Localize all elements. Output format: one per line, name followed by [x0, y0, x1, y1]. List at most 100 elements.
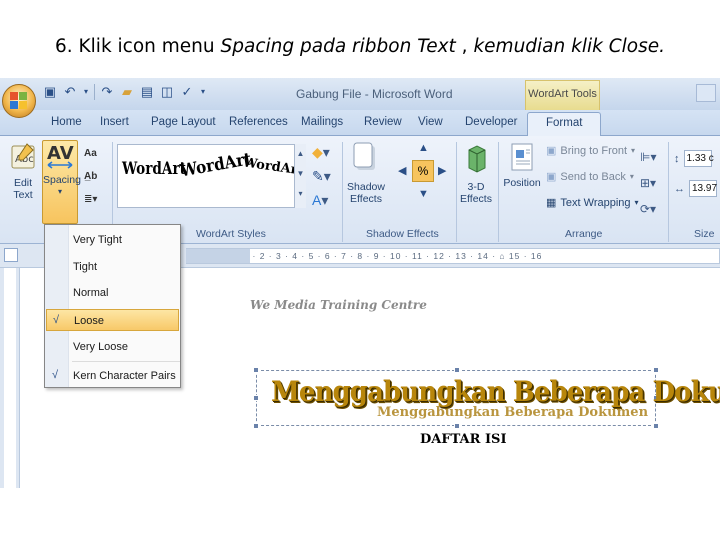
height-input[interactable]: 1.33 c — [683, 150, 714, 167]
svg-text:AV: AV — [47, 143, 74, 164]
position-button[interactable]: Position — [502, 142, 542, 189]
tab-review[interactable]: Review — [364, 116, 402, 128]
character-spacing-icon: AV — [47, 143, 74, 169]
shape-height-control: ↕ 1.33 c — [674, 150, 714, 167]
title-bar: ▣ ↶ ▾ ↷ ▰ ▤ ◫ ✓ ▾ Gabung File - Microsof… — [0, 78, 720, 110]
menu-item-label: Kern Character Pairs — [73, 370, 176, 382]
align-text-icon[interactable]: ≣▾ — [84, 188, 106, 211]
menu-item-loose[interactable]: √ Loose — [46, 309, 179, 331]
caption-mid: , — [455, 36, 474, 57]
position-label: Position — [503, 177, 541, 189]
resize-handle[interactable] — [454, 367, 460, 373]
ribbon-tabs: Home Insert Page Layout References Maili… — [0, 110, 720, 137]
bring-to-front-button[interactable]: ▣ Bring to Front ▾ — [546, 144, 635, 158]
spelling-icon[interactable]: ✓ — [179, 84, 195, 100]
align-icon[interactable]: ⊫▾ — [640, 144, 656, 170]
resize-handle[interactable] — [253, 367, 259, 373]
spacing-dropdown-menu: Very Tight Tight Normal √ Loose Very Loo… — [44, 224, 181, 388]
edit-text-label-1: Edit — [13, 177, 33, 189]
tab-format[interactable]: Format — [527, 112, 602, 137]
bring-to-front-icon: ▣ — [546, 145, 557, 157]
nudge-left-icon[interactable]: ◀ — [398, 164, 406, 177]
shape-width-control: ↔ 13.97 c — [674, 180, 720, 197]
resize-handle[interactable] — [253, 395, 259, 401]
print-icon[interactable]: ▤ — [139, 84, 155, 100]
wordart-text: Menggabungkan Beberapa Dokumen — [271, 375, 720, 408]
nudge-right-icon[interactable]: ▶ — [438, 164, 446, 177]
spacing-button[interactable]: AV Spacing ▾ — [42, 140, 81, 224]
width-input[interactable]: 13.97 c — [689, 180, 720, 197]
shadow-nudge-buttons: ▲ ◀ % ▶ ▼ — [398, 142, 450, 214]
redo-icon[interactable]: ↷ — [99, 84, 115, 100]
customize-qat-icon[interactable]: ▾ — [199, 84, 207, 100]
edit-text-button[interactable]: Abc Edit Text — [6, 142, 40, 201]
size-group-label: Size — [694, 228, 715, 240]
word-screenshot: ▣ ↶ ▾ ↷ ▰ ▤ ◫ ✓ ▾ Gabung File - Microsof… — [0, 78, 720, 488]
menu-item-kern-character-pairs[interactable]: √ Kern Character Pairs — [46, 365, 179, 387]
tab-developer[interactable]: Developer — [465, 116, 517, 128]
wordart-object[interactable]: Menggabungkan Beberapa Dokumen Menggabun… — [253, 367, 720, 429]
menu-item-normal[interactable]: Normal — [46, 282, 179, 304]
undo-icon[interactable]: ↶ — [62, 84, 78, 100]
shadow-effects-button[interactable]: Shadow Effects — [346, 142, 386, 205]
3d-effects-button[interactable]: 3-D Effects — [458, 142, 494, 205]
align-buttons: ⊫▾ ⊞▾ ⟳▾ — [640, 144, 656, 222]
daftar-isi-heading: DAFTAR ISI — [420, 432, 507, 447]
open-folder-icon[interactable]: ▰ — [119, 84, 135, 100]
resize-handle[interactable] — [253, 423, 259, 429]
send-to-back-button[interactable]: ▣ Send to Back ▾ — [546, 170, 634, 184]
wordart-style-2[interactable]: WordArt — [179, 149, 253, 213]
print-preview-icon[interactable]: ◫ — [159, 84, 175, 100]
office-button[interactable] — [2, 84, 36, 118]
shadow-toggle-icon[interactable]: % — [412, 160, 434, 182]
tab-selector[interactable] — [4, 248, 18, 262]
menu-separator — [72, 361, 180, 362]
position-icon — [511, 143, 533, 171]
menu-item-very-tight[interactable]: Very Tight — [46, 229, 179, 251]
group-separator — [668, 142, 669, 242]
gallery-scroll[interactable]: ▲ ▼ ▾ — [294, 144, 306, 208]
vertical-ruler-track — [4, 268, 16, 488]
nudge-down-icon[interactable]: ▼ — [418, 188, 429, 200]
tab-home[interactable]: Home — [51, 116, 82, 128]
shape-outline-icon[interactable]: ✎▾ — [312, 164, 331, 188]
tab-view[interactable]: View — [418, 116, 443, 128]
vertical-ruler[interactable] — [0, 268, 20, 488]
menu-item-label: Very Loose — [73, 341, 129, 353]
vertical-text-icon[interactable]: A̲b — [84, 165, 106, 188]
resize-handle[interactable] — [653, 367, 659, 373]
tab-page-layout[interactable]: Page Layout — [151, 116, 216, 128]
resize-handle[interactable] — [653, 423, 659, 429]
width-icon: ↔ — [674, 182, 685, 195]
tab-insert[interactable]: Insert — [100, 116, 129, 128]
nudge-up-icon[interactable]: ▲ — [418, 142, 429, 154]
dropdown-arrow-icon[interactable]: ▾ — [82, 84, 90, 100]
minimize-button[interactable] — [696, 84, 716, 102]
horizontal-ruler[interactable]: · 2 · 1 · ⌂ · 1 · 2 · 3 · 4 · 5 · 6 · 7 … — [186, 248, 720, 264]
save-icon[interactable]: ▣ — [42, 84, 58, 100]
menu-item-very-loose[interactable]: Very Loose — [46, 336, 179, 358]
text-wrapping-button[interactable]: ▦ Text Wrapping ▾ — [546, 196, 639, 210]
3d-effects-icon — [468, 145, 486, 173]
change-shape-icon[interactable]: A▾ — [312, 188, 331, 212]
wordart-style-3[interactable]: WordArt — [237, 155, 305, 214]
checkmark-icon: √ — [52, 369, 59, 381]
tab-mailings[interactable]: Mailings — [301, 116, 343, 128]
checkmark-icon: √ — [53, 314, 60, 326]
wordart-style-1[interactable]: WordArt — [122, 159, 186, 211]
quick-access-toolbar: ▣ ↶ ▾ ↷ ▰ ▤ ◫ ✓ ▾ — [42, 84, 207, 100]
menu-item-tight[interactable]: Tight — [46, 256, 179, 278]
rotate-icon[interactable]: ⟳▾ — [640, 196, 656, 222]
even-height-icon[interactable]: Aa — [84, 142, 106, 165]
shadow-effects-label-2: Effects — [350, 193, 382, 205]
group-icon[interactable]: ⊞▾ — [640, 170, 656, 196]
office-logo-icon — [10, 92, 28, 110]
resize-handle[interactable] — [454, 423, 460, 429]
shape-fill-icon[interactable]: ◆▾ — [312, 140, 331, 164]
ruler-margin — [186, 249, 250, 263]
height-icon: ↕ — [674, 152, 680, 165]
wordart-styles-gallery[interactable]: WordArt WordArt WordArt — [117, 144, 304, 211]
text-small-buttons: Aa A̲b ≣▾ — [84, 142, 106, 211]
caption-italic-2: kemudian klik Close. — [473, 36, 665, 57]
tab-references[interactable]: References — [229, 116, 288, 128]
